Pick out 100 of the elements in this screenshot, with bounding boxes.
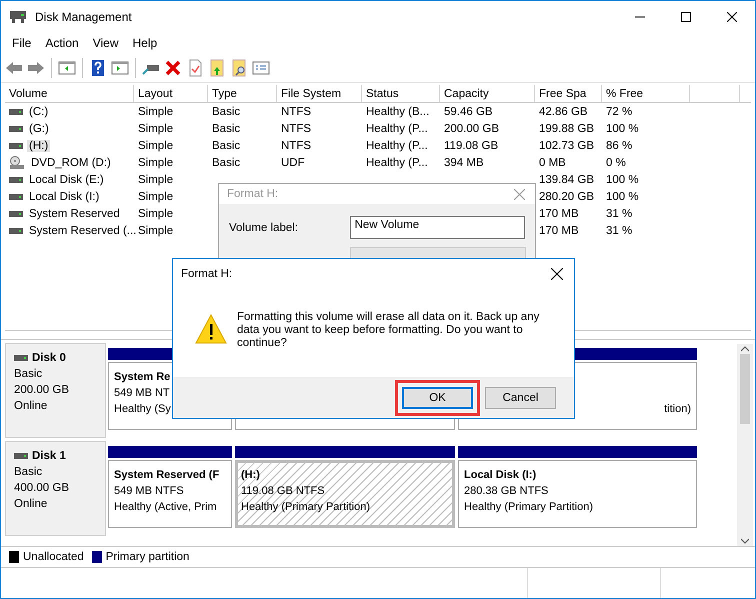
disk-label-panel[interactable]: Disk 1 Basic 400.00 GB Online	[5, 441, 106, 536]
delete-icon[interactable]	[164, 58, 182, 76]
table-cell[interactable]: System Reserved	[27, 208, 122, 220]
table-cell: 280.20 GB	[539, 190, 594, 202]
table-cell: 100 %	[606, 122, 639, 134]
disk-type: Basic	[14, 367, 44, 382]
list-icon[interactable]	[252, 58, 270, 76]
partition-name: Local Disk (I:)	[464, 468, 538, 483]
dialog-title: Format H:	[181, 268, 232, 280]
dialog-button[interactable]: Cancel	[485, 386, 556, 408]
table-cell[interactable]: Local Disk (I:)	[27, 190, 102, 202]
dialog-title: Format H:	[227, 188, 278, 200]
column-header[interactable]: Type	[208, 85, 277, 102]
table-cell: Basic	[212, 156, 240, 168]
table-cell: NTFS	[281, 106, 312, 118]
table-cell[interactable]: Local Disk (E:)	[27, 174, 106, 186]
partition-box[interactable]: Local Disk (I:) 280.38 GB NTFS Healthy (Primary Partition)	[458, 460, 697, 528]
table-cell: 199.88 GB	[539, 122, 594, 134]
close-icon[interactable]	[551, 268, 563, 280]
warning-message: Formatting this volume will erase all data on it. Back up any data you want to keep before formatting. Do you want to continue?	[237, 311, 540, 351]
table-cell: Simple	[138, 224, 174, 236]
disk-size: 200.00 GB	[14, 383, 70, 398]
table-cell[interactable]: (C:)	[27, 106, 50, 118]
drive-icon	[14, 453, 28, 459]
partition-detail: 549 MB NT	[114, 386, 171, 401]
table-cell[interactable]: DVD_ROM (D:)	[29, 156, 113, 168]
table-cell: 170 MB	[539, 208, 579, 220]
table-cell: Simple	[138, 208, 174, 220]
partition-health: Healthy (Primary Partition)	[464, 500, 593, 515]
table-cell: Basic	[212, 106, 240, 118]
column-header[interactable]: Capacity	[440, 85, 535, 102]
drive-icon	[9, 126, 23, 132]
action-pane-icon[interactable]	[111, 58, 129, 76]
table-cell: 31 %	[606, 224, 632, 236]
table-cell: 31 %	[606, 208, 632, 220]
table-cell: 170 MB	[539, 224, 579, 236]
close-icon[interactable]	[727, 12, 737, 22]
warning-icon	[195, 314, 227, 344]
menu-item[interactable]: Help	[126, 36, 164, 50]
menu-item[interactable]: File	[5, 36, 38, 50]
table-cell: Simple	[138, 174, 174, 186]
table-cell: Simple	[138, 106, 174, 118]
table-cell: 86 %	[606, 140, 632, 152]
scroll-down-icon[interactable]	[741, 538, 749, 544]
partition-health: Healthy (Active, Prim	[114, 500, 217, 515]
column-header[interactable]: Status	[362, 85, 440, 102]
table-cell: 0 %	[606, 156, 626, 168]
disk-management-icon	[9, 9, 27, 25]
disk-status: Online	[14, 399, 48, 414]
legend-label: Unallocated	[23, 551, 84, 563]
volume-label-field[interactable]: New Volume	[350, 216, 525, 239]
column-header[interactable]: File System	[277, 85, 362, 102]
disk-status: Online	[14, 497, 48, 512]
drive-icon	[9, 176, 23, 182]
disk-name: Disk 0	[32, 351, 66, 366]
disc-drive-icon	[9, 156, 25, 170]
window-title: Disk Management	[35, 10, 132, 24]
column-header[interactable]: Free Spa	[535, 85, 602, 102]
table-cell: 139.84 GB	[539, 174, 594, 186]
folder-search-icon[interactable]	[230, 58, 248, 76]
table-cell: Simple	[138, 190, 174, 202]
scrollbar[interactable]	[737, 344, 753, 546]
drive-icon	[9, 210, 23, 216]
partition-health: Healthy (Sy	[114, 402, 171, 417]
column-header[interactable]: Volume	[5, 85, 134, 102]
maximize-icon[interactable]	[681, 12, 691, 22]
table-cell[interactable]: (G:)	[27, 122, 51, 134]
partition-name: System Re	[114, 370, 172, 385]
column-header[interactable]: Layout	[134, 85, 208, 102]
disk-label-panel[interactable]: Disk 0 Basic 200.00 GB Online	[5, 343, 106, 438]
table-cell: Healthy (P...	[366, 140, 428, 152]
partition-detail: 549 MB NTFS	[114, 484, 185, 499]
table-cell: 100 %	[606, 190, 639, 202]
table-cell: 42.86 GB	[539, 106, 588, 118]
column-header[interactable]: % Free	[602, 85, 690, 102]
drive-icon	[9, 228, 23, 234]
console-tree-icon[interactable]	[58, 58, 76, 76]
partition-health: Healthy (Primary Partition)	[241, 500, 370, 515]
menu-item[interactable]: View	[86, 36, 126, 50]
partition-box[interactable]: (H:) 119.08 GB NTFS Healthy (Primary Partition)	[235, 460, 455, 528]
partition-name: System Reserved (F	[114, 468, 220, 483]
table-cell[interactable]: System Reserved (...	[27, 224, 138, 236]
drive-icon	[9, 108, 23, 114]
table-cell: Basic	[212, 122, 240, 134]
table-cell: Simple	[138, 156, 174, 168]
folder-up-icon[interactable]	[208, 58, 226, 76]
drive-icon	[14, 355, 28, 361]
menu-item[interactable]: Action	[38, 36, 86, 50]
partition-box[interactable]: System Reserved (F 549 MB NTFS Healthy (Active, Prim	[108, 460, 232, 528]
table-cell: Simple	[138, 122, 174, 134]
table-cell: 394 MB	[444, 156, 484, 168]
help-icon[interactable]	[89, 58, 107, 76]
table-cell: Basic	[212, 140, 240, 152]
table-cell: UDF	[281, 156, 305, 168]
table-cell: 102.73 GB	[539, 140, 594, 152]
table-cell: NTFS	[281, 122, 312, 134]
table-cell[interactable]: (H:)	[27, 140, 50, 152]
disk-type: Basic	[14, 465, 44, 480]
scroll-up-icon[interactable]	[741, 346, 749, 352]
scroll-thumb[interactable]	[740, 354, 750, 424]
